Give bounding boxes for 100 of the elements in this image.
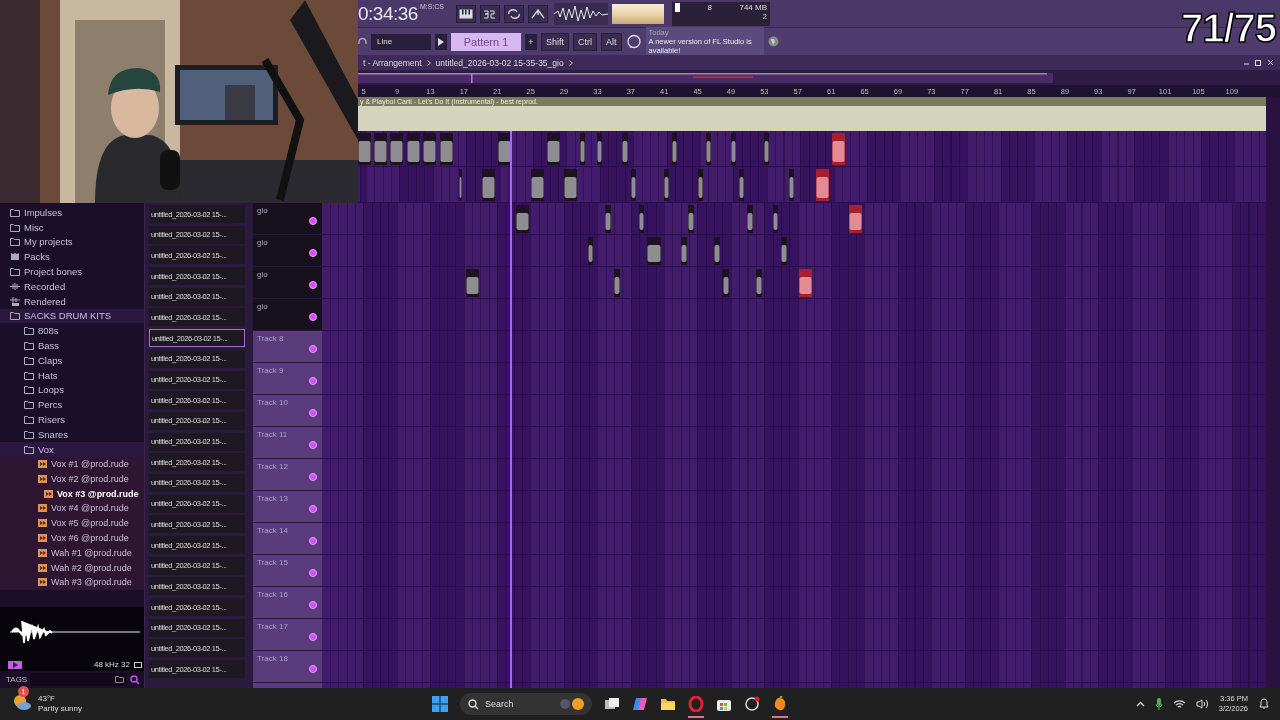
audio-clip[interactable]	[731, 133, 736, 165]
breadcrumb-item[interactable]: untitled_2026-03-02 15-35-35_gio	[435, 57, 564, 68]
audio-clip[interactable]	[698, 169, 703, 201]
piano-icon[interactable]	[456, 4, 477, 23]
browser-item[interactable]: Project bones	[0, 264, 144, 279]
microphone-icon[interactable]	[1154, 697, 1163, 711]
audio-clip[interactable]	[647, 237, 661, 265]
browser-item[interactable]: Claps	[0, 352, 144, 368]
audio-clip[interactable]	[605, 205, 611, 233]
audio-clip[interactable]	[564, 169, 577, 201]
audio-clip[interactable]	[459, 169, 462, 201]
audio-clip[interactable]	[799, 269, 812, 297]
add-pattern-button[interactable]: +	[525, 33, 537, 50]
track-header[interactable]: Track 16	[253, 587, 322, 619]
folder-icon[interactable]	[115, 676, 124, 683]
browser-item[interactable]: Vox #3 @prod.rude	[0, 486, 144, 501]
browser-item[interactable]: Hats	[0, 367, 144, 383]
audio-clip[interactable]	[390, 133, 403, 165]
mute-button[interactable]	[309, 409, 317, 417]
audio-clip[interactable]	[588, 237, 593, 265]
audio-clip[interactable]	[773, 205, 778, 233]
ring-icon[interactable]	[688, 696, 704, 712]
audio-clip[interactable]	[622, 133, 628, 165]
audio-clip[interactable]	[516, 205, 529, 233]
audio-clip[interactable]	[756, 269, 762, 297]
loop-icon[interactable]	[504, 4, 525, 23]
track-header[interactable]: Track 8	[253, 331, 322, 363]
browser-item[interactable]: Wah #2 @prod.rude	[0, 560, 144, 575]
folder-icon[interactable]	[660, 696, 676, 712]
audio-clip[interactable]	[423, 133, 436, 165]
browser-item[interactable]: Wah #1 @prod.rude	[0, 545, 144, 561]
audio-clip[interactable]	[832, 133, 845, 165]
mute-button[interactable]	[309, 217, 317, 225]
track-header[interactable]: Track 9	[253, 363, 322, 395]
audio-clip[interactable]	[358, 106, 1266, 131]
mute-button[interactable]	[309, 601, 317, 609]
track-header[interactable]: gio	[253, 299, 322, 331]
breadcrumb-item[interactable]: t - Arrangement	[363, 57, 422, 68]
browser-item[interactable]: My projects	[0, 234, 144, 250]
task-view-icon[interactable]	[604, 696, 620, 712]
app-icon[interactable]	[744, 696, 760, 712]
browser-item[interactable]: Loops	[0, 382, 144, 398]
track-header[interactable]: Track 18	[253, 651, 322, 683]
start-icon[interactable]	[432, 696, 448, 712]
track-header[interactable]: Track 11	[253, 427, 322, 459]
audio-clip[interactable]	[631, 169, 636, 201]
mute-button[interactable]	[309, 377, 317, 385]
audio-clip[interactable]	[781, 237, 787, 265]
audio-clip[interactable]	[407, 133, 420, 165]
audio-clip[interactable]	[531, 169, 544, 201]
track-header[interactable]: Track 15	[253, 555, 322, 587]
audio-clip[interactable]	[358, 133, 371, 165]
browser-item[interactable]: Packs	[0, 249, 144, 265]
track-header[interactable]: Track 17	[253, 619, 322, 651]
mute-button[interactable]	[309, 665, 317, 673]
mute-button[interactable]	[309, 441, 317, 449]
audio-clip[interactable]	[789, 169, 794, 201]
mute-button[interactable]	[309, 505, 317, 513]
chevron-up-icon[interactable]	[1135, 701, 1145, 707]
mute-button[interactable]	[309, 633, 317, 641]
tempo-icon[interactable]	[480, 4, 501, 23]
audio-clip[interactable]	[664, 169, 669, 201]
wifi-icon[interactable]	[1172, 699, 1186, 709]
audio-clip[interactable]	[639, 205, 644, 233]
track-header[interactable]: gio	[253, 235, 322, 267]
browser-item[interactable]: Vox #2 @prod.rude	[0, 471, 144, 487]
bell-icon[interactable]	[1258, 698, 1270, 710]
audio-clip[interactable]	[672, 133, 677, 165]
audio-clip[interactable]	[547, 133, 560, 165]
browser-item[interactable]: Misc	[0, 219, 144, 235]
browser-item[interactable]: Percs	[0, 397, 144, 413]
fruit-icon[interactable]	[772, 696, 788, 712]
audio-clip[interactable]	[714, 237, 720, 265]
audio-clip[interactable]	[816, 169, 829, 201]
mute-button[interactable]	[309, 281, 317, 289]
restore-icon[interactable]	[1255, 59, 1262, 66]
volume-icon[interactable]	[1195, 699, 1209, 709]
browser-item[interactable]: Recorded	[0, 279, 144, 294]
audio-clip[interactable]	[723, 269, 729, 297]
mute-button[interactable]	[309, 537, 317, 545]
mute-button[interactable]	[309, 473, 317, 481]
play-pattern-button[interactable]	[435, 33, 447, 50]
track-header[interactable]: Track 10	[253, 395, 322, 427]
browser-item[interactable]: Rendered	[0, 293, 144, 309]
audio-clip[interactable]	[706, 133, 711, 165]
mute-button[interactable]	[309, 249, 317, 257]
play-button[interactable]	[8, 660, 22, 669]
search-highlight-icon[interactable]	[558, 697, 586, 711]
audio-clip[interactable]	[849, 205, 862, 233]
browser-item[interactable]: Vox	[0, 441, 144, 457]
audio-clip[interactable]	[597, 133, 602, 165]
track-header[interactable]: Track 13	[253, 491, 322, 523]
track-header[interactable]: gio	[253, 203, 322, 235]
pattern-selector[interactable]: Pattern 1	[451, 32, 521, 51]
audio-clip[interactable]	[440, 133, 453, 165]
browser-item[interactable]: Impulses	[0, 205, 144, 220]
track-header[interactable]: Track 12	[253, 459, 322, 491]
mute-button[interactable]	[309, 313, 317, 321]
audio-clip[interactable]	[614, 269, 620, 297]
audio-clip[interactable]	[374, 133, 387, 165]
